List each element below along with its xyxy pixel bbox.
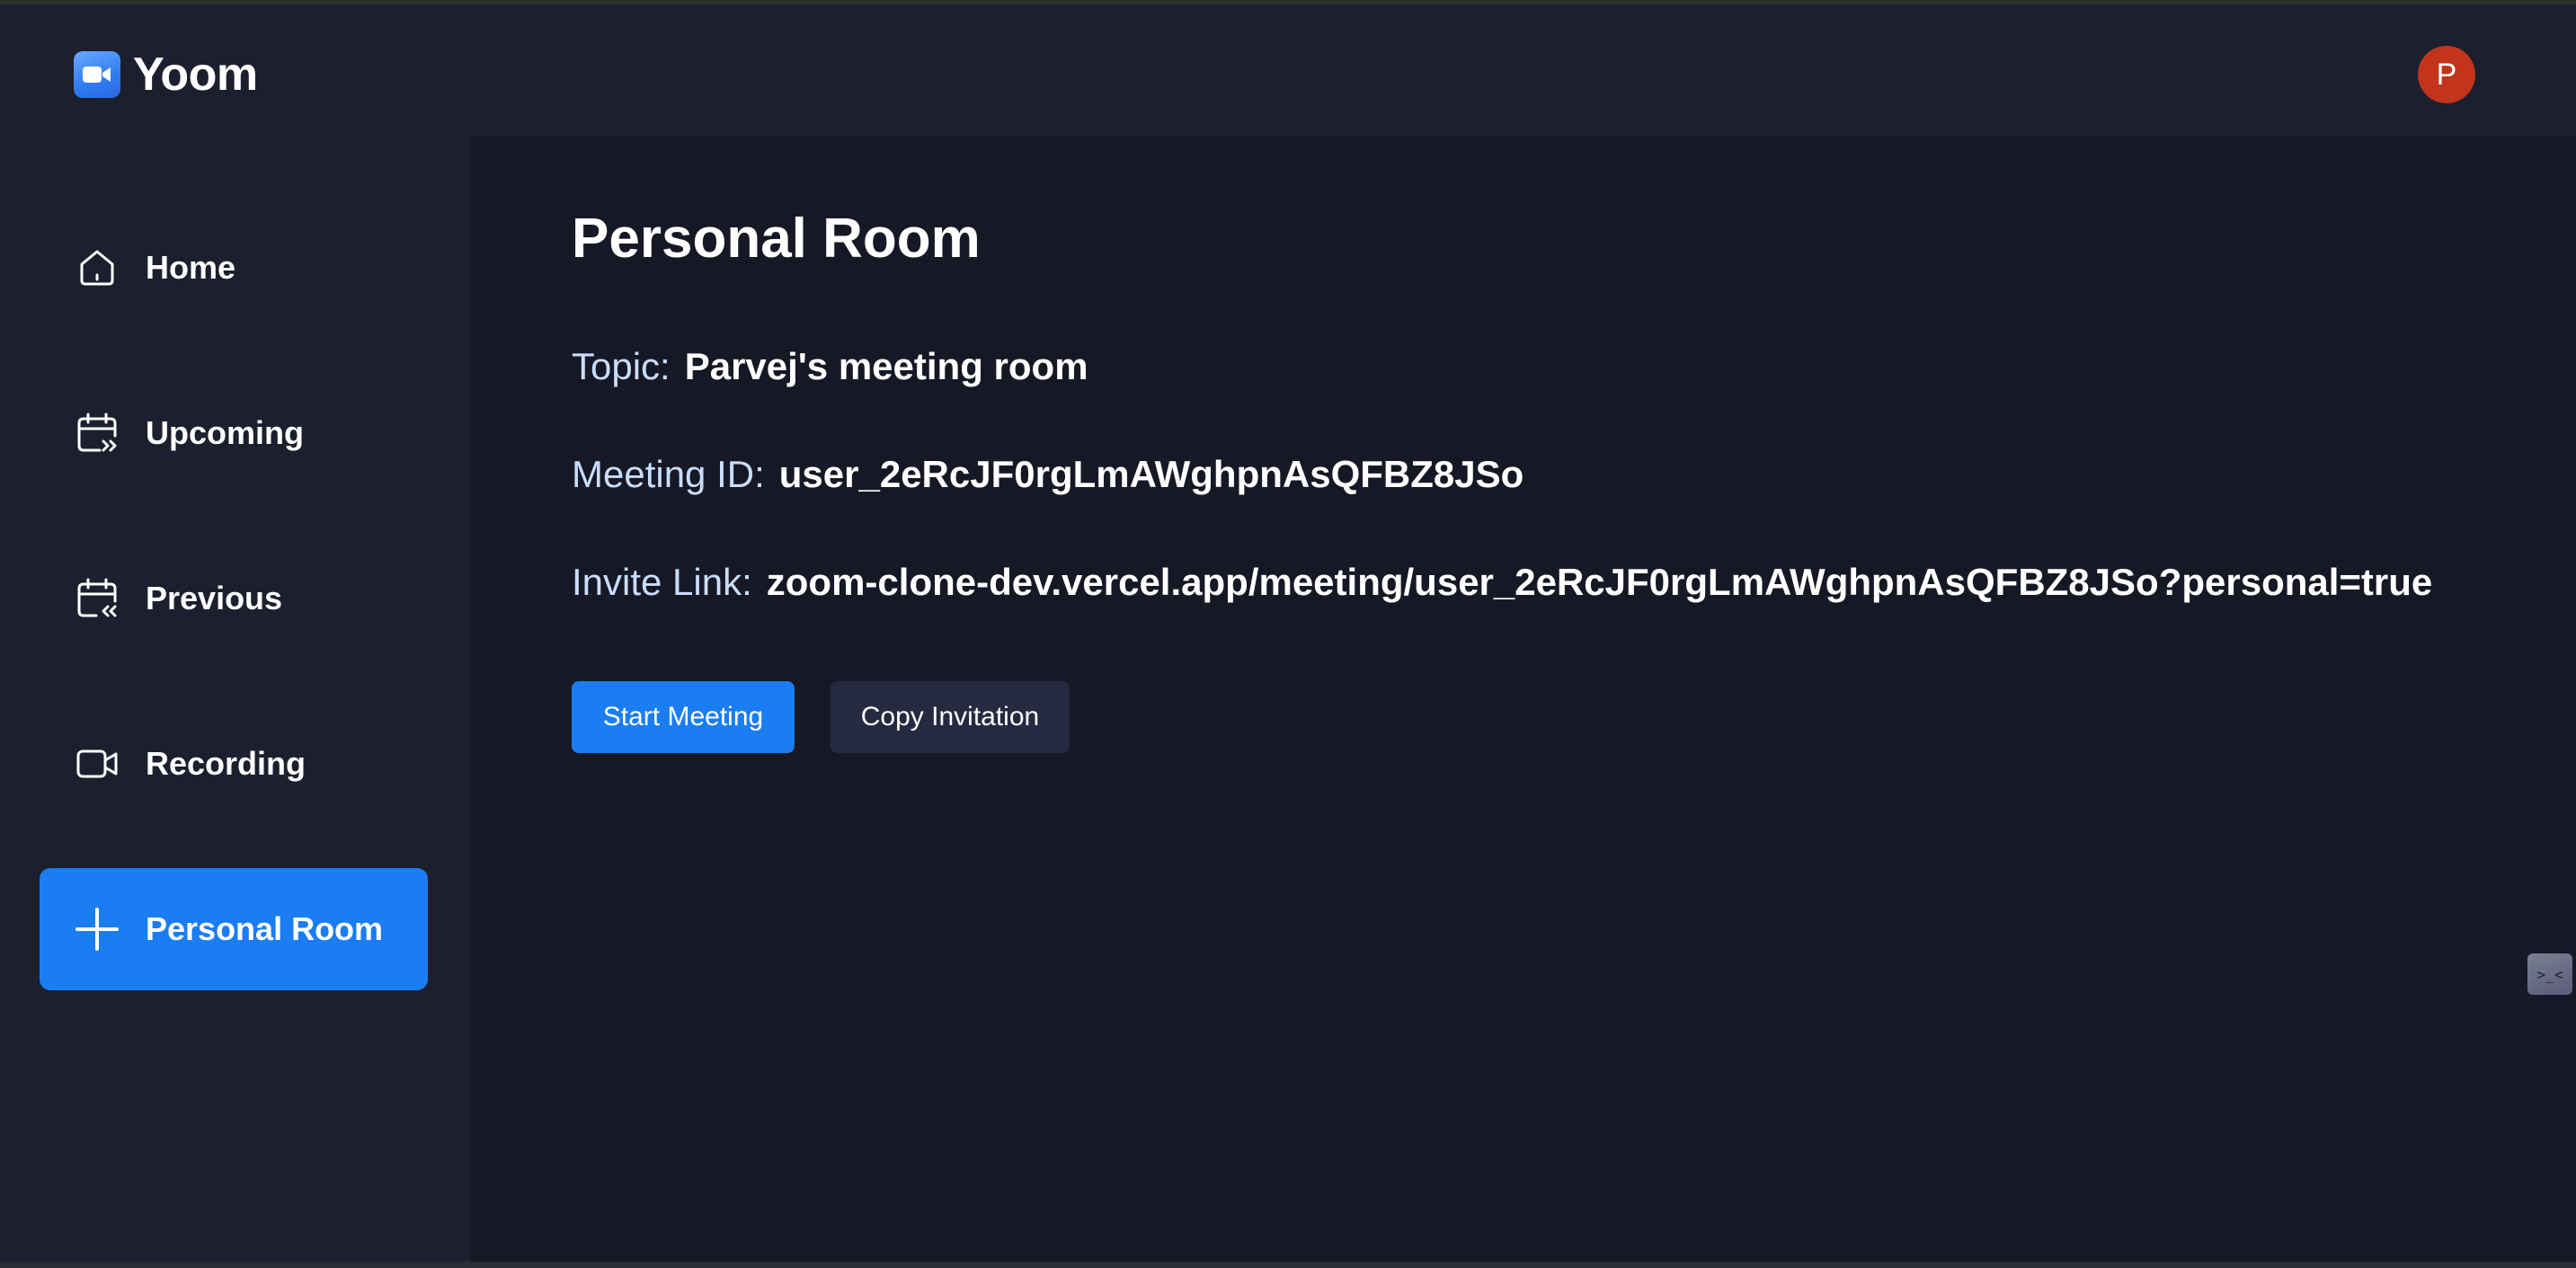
meeting-id-row: Meeting ID: user_2eRcJF0rgLmAWghpnAsQFBZ… bbox=[572, 453, 1523, 496]
app-logo[interactable]: Yoom bbox=[74, 48, 258, 102]
copy-invitation-button[interactable]: Copy Invitation bbox=[831, 681, 1070, 753]
sidebar-item-upcoming[interactable]: Upcoming bbox=[40, 372, 428, 494]
dev-badge-text: >_< bbox=[2536, 965, 2563, 983]
sidebar: Home Upcoming Previous Recording Persona… bbox=[0, 137, 471, 1268]
window-bottom-edge bbox=[0, 1262, 2576, 1268]
sidebar-item-home[interactable]: Home bbox=[40, 207, 428, 329]
sidebar-item-label: Previous bbox=[146, 580, 283, 616]
sidebar-item-personal-room[interactable]: Personal Room bbox=[40, 868, 428, 990]
sidebar-item-label: Home bbox=[146, 249, 236, 286]
invite-link-label: Invite Link: bbox=[572, 561, 752, 603]
app-name: Yoom bbox=[133, 49, 258, 101]
sidebar-item-label: Recording bbox=[146, 745, 306, 782]
sidebar-item-label: Upcoming bbox=[146, 414, 304, 451]
invite-link-row: Invite Link: zoom-clone-dev.vercel.app/m… bbox=[572, 561, 2432, 604]
calendar-forward-icon bbox=[74, 410, 120, 457]
sidebar-item-label: Personal Room bbox=[146, 910, 384, 947]
meeting-id-label: Meeting ID: bbox=[572, 453, 765, 495]
avatar-initial: P bbox=[2436, 57, 2457, 92]
start-meeting-button[interactable]: Start Meeting bbox=[572, 681, 795, 753]
video-icon bbox=[74, 740, 120, 787]
main-content: Personal Room Topic: Parvej's meeting ro… bbox=[471, 137, 2576, 1262]
sidebar-item-previous[interactable]: Previous bbox=[40, 537, 428, 660]
topic-row: Topic: Parvej's meeting room bbox=[572, 345, 1088, 388]
sidebar-item-recording[interactable]: Recording bbox=[40, 703, 428, 825]
topic-label: Topic: bbox=[572, 345, 671, 387]
dev-tools-icon[interactable]: >_< bbox=[2527, 953, 2572, 995]
topic-value: Parvej's meeting room bbox=[684, 345, 1088, 387]
user-avatar[interactable]: P bbox=[2418, 46, 2475, 103]
calendar-back-icon bbox=[74, 575, 120, 622]
app-window: Yoom P Home Upcoming Previous Recording … bbox=[0, 0, 2576, 1268]
home-icon bbox=[74, 244, 120, 291]
meeting-id-value: user_2eRcJF0rgLmAWghpnAsQFBZ8JSo bbox=[778, 453, 1524, 495]
invite-link-value: zoom-clone-dev.vercel.app/meeting/user_2… bbox=[766, 561, 2433, 603]
plus-icon bbox=[74, 906, 120, 953]
page-title: Personal Room bbox=[572, 208, 981, 270]
top-navbar: Yoom P bbox=[0, 9, 2576, 137]
video-camera-icon bbox=[74, 51, 120, 98]
